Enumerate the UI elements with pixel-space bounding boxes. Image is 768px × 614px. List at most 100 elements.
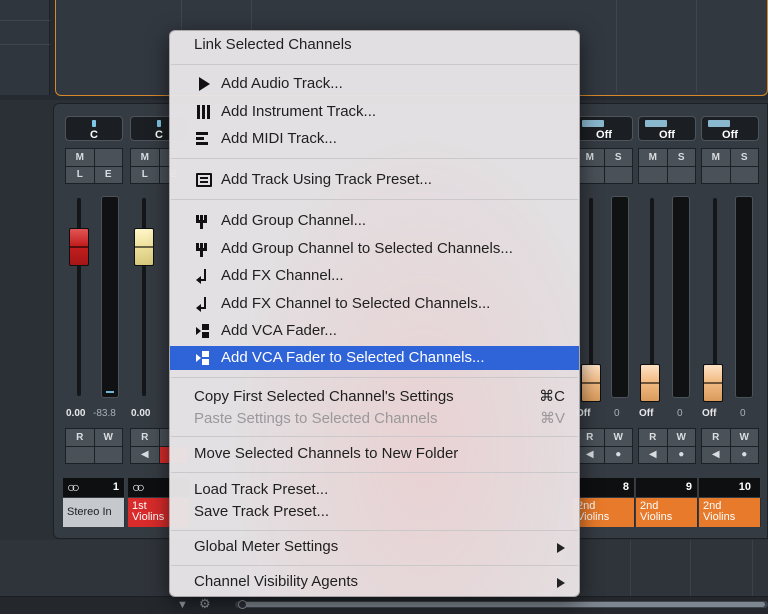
mute-button[interactable]: M bbox=[702, 149, 730, 166]
fader-handle[interactable] bbox=[581, 364, 601, 402]
record-button[interactable] bbox=[94, 446, 122, 463]
menu-item-add-track-using-preset[interactable]: Add Track Using Track Preset... bbox=[170, 168, 579, 192]
mute-button[interactable]: M bbox=[576, 149, 604, 166]
volume-value[interactable]: Off bbox=[639, 408, 653, 419]
menu-item-label: Add FX Channel... bbox=[221, 267, 344, 284]
edit-button[interactable]: E bbox=[94, 166, 122, 183]
menu-item-add-vca-fader[interactable]: Add VCA Fader... bbox=[170, 319, 579, 343]
mute-button[interactable]: M bbox=[639, 149, 667, 166]
meter-level bbox=[106, 391, 114, 393]
menu-item-label: Add Group Channel... bbox=[221, 212, 367, 229]
read-button[interactable]: R bbox=[639, 429, 667, 446]
menu-item-channel-visibility-agents[interactable]: Channel Visibility Agents bbox=[170, 570, 579, 594]
menu-item-shortcut: ⌘V bbox=[539, 410, 565, 427]
menu-item-add-fx-channel-to-selected[interactable]: Add FX Channel to Selected Channels... bbox=[170, 292, 579, 316]
menu-item-save-track-preset[interactable]: Save Track Preset... bbox=[170, 500, 579, 524]
channel-name[interactable]: 2nd Violins bbox=[636, 498, 698, 527]
channel-name-line: Violins bbox=[703, 511, 736, 523]
menu-item-label: Add FX Channel to Selected Channels... bbox=[221, 295, 491, 312]
write-button[interactable]: W bbox=[94, 429, 122, 446]
read-button[interactable]: R bbox=[702, 429, 730, 446]
channel-name-line: Stereo In bbox=[67, 506, 112, 518]
solo-button[interactable]: S bbox=[730, 149, 758, 166]
volume-value[interactable]: Off bbox=[702, 408, 716, 419]
scrollbar-thumb[interactable] bbox=[245, 602, 765, 607]
edit-button[interactable] bbox=[730, 166, 758, 183]
menu-item-add-audio-track[interactable]: Add Audio Track... bbox=[170, 72, 579, 96]
menu-item-load-track-preset[interactable]: Load Track Preset... bbox=[170, 478, 579, 502]
pan-control[interactable]: C bbox=[65, 116, 123, 141]
zoom-handle[interactable] bbox=[238, 600, 247, 609]
fader-handle[interactable] bbox=[134, 228, 154, 266]
menu-separator bbox=[171, 472, 578, 473]
menu-item-add-fx-channel[interactable]: Add FX Channel... bbox=[170, 264, 579, 288]
solo-button[interactable]: S bbox=[667, 149, 695, 166]
volume-value[interactable]: 0.00 bbox=[131, 408, 150, 419]
write-button[interactable]: W bbox=[604, 429, 632, 446]
menu-item-copy-channel-settings[interactable]: Copy First Selected Channel's Settings ⌘… bbox=[170, 385, 579, 409]
read-button[interactable]: R bbox=[576, 429, 604, 446]
fader-handle[interactable] bbox=[640, 364, 660, 402]
midi-track-icon bbox=[196, 132, 212, 146]
audio-track-icon bbox=[199, 77, 210, 91]
channel-strip: C M L E 0.00 -83.8 R W ○○ 1 Stereo In bbox=[63, 110, 125, 530]
menu-item-add-group-channel[interactable]: Add Group Channel... bbox=[170, 209, 579, 233]
menu-item-add-vca-fader-to-selected[interactable]: Add VCA Fader to Selected Channels... bbox=[170, 346, 579, 370]
read-button[interactable]: R bbox=[66, 429, 94, 446]
channel-buttons: M L E bbox=[65, 148, 123, 184]
menu-item-paste-settings[interactable]: Paste Settings to Selected Channels ⌘V bbox=[170, 407, 579, 431]
menu-item-add-midi-track[interactable]: Add MIDI Track... bbox=[170, 127, 579, 151]
chevron-down-icon[interactable]: ▼ bbox=[177, 598, 188, 612]
menu-item-add-group-channel-to-selected[interactable]: Add Group Channel to Selected Channels..… bbox=[170, 237, 579, 261]
solo-button[interactable]: S bbox=[604, 149, 632, 166]
edit-button[interactable] bbox=[604, 166, 632, 183]
channel-number: 9 bbox=[685, 481, 692, 493]
pan-control[interactable]: Off bbox=[701, 116, 759, 141]
monitor-button[interactable]: ◀ bbox=[131, 446, 159, 463]
gear-icon[interactable]: ⚙ bbox=[199, 597, 211, 611]
monitor-button[interactable]: ◀ bbox=[639, 446, 667, 463]
menu-item-label: Add Audio Track... bbox=[221, 75, 343, 92]
pan-control[interactable]: Off bbox=[575, 116, 633, 141]
record-button[interactable]: ● bbox=[730, 446, 758, 463]
listen-button[interactable] bbox=[702, 166, 730, 183]
link-icon: ○○ bbox=[67, 479, 80, 495]
edit-button[interactable] bbox=[667, 166, 695, 183]
menu-item-add-instrument-track[interactable]: Add Instrument Track... bbox=[170, 100, 579, 124]
listen-button[interactable]: L bbox=[131, 166, 159, 183]
menu-item-global-meter-settings[interactable]: Global Meter Settings bbox=[170, 535, 579, 559]
record-button[interactable]: ● bbox=[604, 446, 632, 463]
volume-value[interactable]: 0.00 bbox=[66, 408, 85, 419]
fader-handle[interactable] bbox=[703, 364, 723, 402]
listen-button[interactable] bbox=[576, 166, 604, 183]
menu-item-label: Load Track Preset... bbox=[194, 481, 329, 498]
listen-button[interactable]: L bbox=[66, 166, 94, 183]
read-button[interactable]: R bbox=[131, 429, 159, 446]
mute-button[interactable]: M bbox=[66, 149, 94, 166]
pan-value: C bbox=[155, 129, 163, 141]
menu-item-link-selected-channels[interactable]: Link Selected Channels bbox=[170, 33, 579, 57]
record-button[interactable]: ● bbox=[667, 446, 695, 463]
listen-button[interactable] bbox=[639, 166, 667, 183]
fader-handle[interactable] bbox=[69, 228, 89, 266]
monitor-button[interactable]: ◀ bbox=[576, 446, 604, 463]
solo-button[interactable] bbox=[94, 149, 122, 166]
vca-fader-icon bbox=[196, 351, 212, 365]
write-button[interactable]: W bbox=[667, 429, 695, 446]
write-button[interactable]: W bbox=[730, 429, 758, 446]
mute-button[interactable]: M bbox=[131, 149, 159, 166]
automation-buttons: R W ◀ ● bbox=[701, 428, 759, 464]
channel-name[interactable]: 2nd Violins bbox=[573, 498, 635, 527]
channel-strip: Off M S Off 0 R W ◀ ● 10 2nd Violins bbox=[699, 110, 761, 530]
pan-control[interactable]: Off bbox=[638, 116, 696, 141]
monitor-button[interactable] bbox=[66, 446, 94, 463]
pan-indicator bbox=[708, 120, 730, 127]
monitor-button[interactable]: ◀ bbox=[702, 446, 730, 463]
menu-item-move-to-new-folder[interactable]: Move Selected Channels to New Folder bbox=[170, 442, 579, 466]
channel-name-line: Violins bbox=[640, 511, 673, 523]
channel-name[interactable]: 2nd Violins bbox=[699, 498, 761, 527]
menu-item-label: Global Meter Settings bbox=[194, 538, 339, 555]
channel-name[interactable]: Stereo In bbox=[63, 498, 125, 527]
menu-item-label: Add Track Using Track Preset... bbox=[221, 171, 432, 188]
instrument-track-icon bbox=[196, 105, 212, 119]
